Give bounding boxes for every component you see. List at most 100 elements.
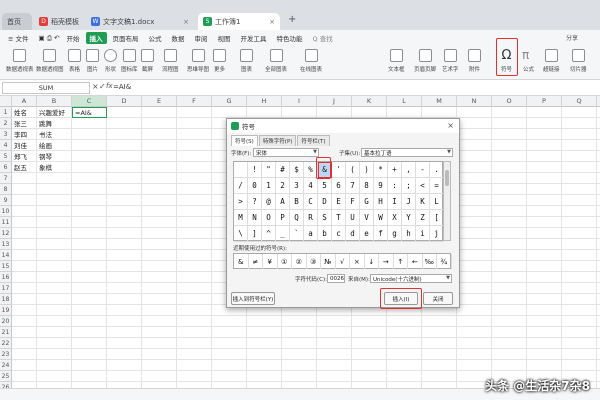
symbol-button[interactable]: Ω 符号 bbox=[500, 49, 513, 73]
confirm-icon[interactable]: ✓ bbox=[99, 82, 106, 91]
cell[interactable] bbox=[212, 327, 247, 338]
select-all-corner[interactable] bbox=[0, 96, 12, 107]
cell[interactable] bbox=[107, 195, 142, 206]
cell[interactable] bbox=[72, 349, 107, 360]
symbol-cell[interactable] bbox=[234, 162, 248, 178]
cell[interactable] bbox=[107, 272, 142, 283]
cell[interactable] bbox=[492, 228, 527, 239]
cell[interactable] bbox=[492, 206, 527, 217]
pivot-table-button[interactable]: 数据透视表 bbox=[6, 49, 34, 73]
symbol-cell[interactable]: - bbox=[416, 162, 430, 178]
cell[interactable] bbox=[107, 140, 142, 151]
cell[interactable] bbox=[177, 195, 212, 206]
symbol-cell[interactable]: > bbox=[234, 194, 248, 210]
cell[interactable] bbox=[142, 107, 177, 118]
cell[interactable] bbox=[492, 349, 527, 360]
cell[interactable] bbox=[142, 140, 177, 151]
symbol-cell[interactable]: S bbox=[318, 210, 332, 226]
hyperlink-button[interactable]: 超链接 bbox=[543, 49, 560, 73]
cell[interactable] bbox=[142, 184, 177, 195]
symbol-cell[interactable]: C bbox=[304, 194, 318, 210]
recent-symbol[interactable]: ① bbox=[278, 254, 292, 269]
cell[interactable] bbox=[562, 360, 597, 371]
menu-file[interactable]: ≡ 文件 bbox=[4, 32, 33, 44]
symbol-cell[interactable]: [ bbox=[430, 210, 444, 226]
cell[interactable] bbox=[457, 305, 492, 316]
close-icon[interactable]: × bbox=[183, 18, 189, 26]
cell[interactable] bbox=[562, 217, 597, 228]
close-icon[interactable]: × bbox=[269, 18, 275, 26]
more-button[interactable]: 更多 bbox=[213, 49, 226, 73]
symbol-cell[interactable]: B bbox=[290, 194, 304, 210]
cell[interactable] bbox=[177, 162, 212, 173]
cell[interactable] bbox=[562, 173, 597, 184]
cell[interactable] bbox=[37, 338, 72, 349]
cell[interactable] bbox=[562, 294, 597, 305]
menu-insert[interactable]: 插入 bbox=[85, 32, 107, 44]
symbol-cell[interactable]: c bbox=[332, 226, 346, 242]
cell[interactable] bbox=[457, 283, 492, 294]
cell[interactable] bbox=[527, 107, 562, 118]
cell[interactable] bbox=[457, 261, 492, 272]
column-header-K[interactable]: K bbox=[352, 96, 387, 107]
menu-developer[interactable]: 开发工具 bbox=[237, 32, 271, 44]
formula-button[interactable]: π 公式 bbox=[522, 49, 535, 73]
cell[interactable] bbox=[37, 217, 72, 228]
cell[interactable] bbox=[492, 173, 527, 184]
quick-access-toolbar[interactable]: ▣ ⎙ ↶ bbox=[35, 32, 61, 44]
cell[interactable] bbox=[142, 206, 177, 217]
cell[interactable] bbox=[527, 283, 562, 294]
cell[interactable] bbox=[177, 327, 212, 338]
cell[interactable] bbox=[177, 228, 212, 239]
symbol-cell[interactable]: 8 bbox=[360, 178, 374, 194]
cell[interactable] bbox=[527, 206, 562, 217]
menu-review[interactable]: 审阅 bbox=[191, 32, 212, 44]
cell[interactable] bbox=[12, 250, 37, 261]
symbol-cell[interactable]: Y bbox=[402, 210, 416, 226]
column-header-M[interactable]: M bbox=[422, 96, 457, 107]
cell[interactable]: 李四 bbox=[12, 129, 37, 140]
cell[interactable] bbox=[492, 151, 527, 162]
header-footer-button[interactable]: 页眉页脚 bbox=[414, 49, 436, 73]
textbox-button[interactable]: 文本框 bbox=[388, 49, 405, 73]
cell[interactable]: 跳舞 bbox=[37, 118, 72, 129]
cell[interactable] bbox=[527, 316, 562, 327]
cell[interactable]: 钢琴 bbox=[37, 151, 72, 162]
cell[interactable] bbox=[142, 173, 177, 184]
symbol-cell[interactable]: 3 bbox=[290, 178, 304, 194]
column-header-G[interactable]: G bbox=[212, 96, 247, 107]
cell[interactable] bbox=[177, 261, 212, 272]
name-box[interactable]: SUM bbox=[2, 82, 90, 94]
cell[interactable] bbox=[422, 327, 457, 338]
cell[interactable] bbox=[457, 217, 492, 228]
cell[interactable] bbox=[387, 338, 422, 349]
cell[interactable] bbox=[37, 327, 72, 338]
cell[interactable] bbox=[107, 327, 142, 338]
column-header-F[interactable]: F bbox=[177, 96, 212, 107]
menu-view[interactable]: 视图 bbox=[214, 32, 235, 44]
cell[interactable] bbox=[457, 360, 492, 371]
cell[interactable] bbox=[37, 371, 72, 382]
search-box[interactable]: Q 查找 bbox=[309, 32, 337, 44]
symbol-cell[interactable]: i bbox=[416, 226, 430, 242]
cell[interactable]: 兴趣爱好 bbox=[37, 107, 72, 118]
cell[interactable] bbox=[142, 118, 177, 129]
insert-to-bar-button[interactable]: 插入到符号栏(Y) bbox=[231, 292, 275, 305]
tab-docer[interactable]: D 稻壳模板 bbox=[34, 13, 84, 30]
cell[interactable] bbox=[492, 129, 527, 140]
cell[interactable] bbox=[457, 272, 492, 283]
cell[interactable] bbox=[317, 107, 352, 118]
cell[interactable] bbox=[562, 107, 597, 118]
cell[interactable] bbox=[562, 195, 597, 206]
cell[interactable] bbox=[37, 360, 72, 371]
cell[interactable] bbox=[142, 129, 177, 140]
cell[interactable] bbox=[282, 107, 317, 118]
cell[interactable] bbox=[107, 338, 142, 349]
cell[interactable] bbox=[527, 184, 562, 195]
row-header-19[interactable]: 19 bbox=[0, 305, 12, 316]
cell[interactable] bbox=[247, 327, 282, 338]
font-select[interactable]: 宋体 ▼ bbox=[253, 148, 319, 157]
cell[interactable] bbox=[562, 162, 597, 173]
from-select[interactable]: Unicode(十六进制) ▼ bbox=[370, 274, 452, 283]
cell[interactable] bbox=[177, 272, 212, 283]
